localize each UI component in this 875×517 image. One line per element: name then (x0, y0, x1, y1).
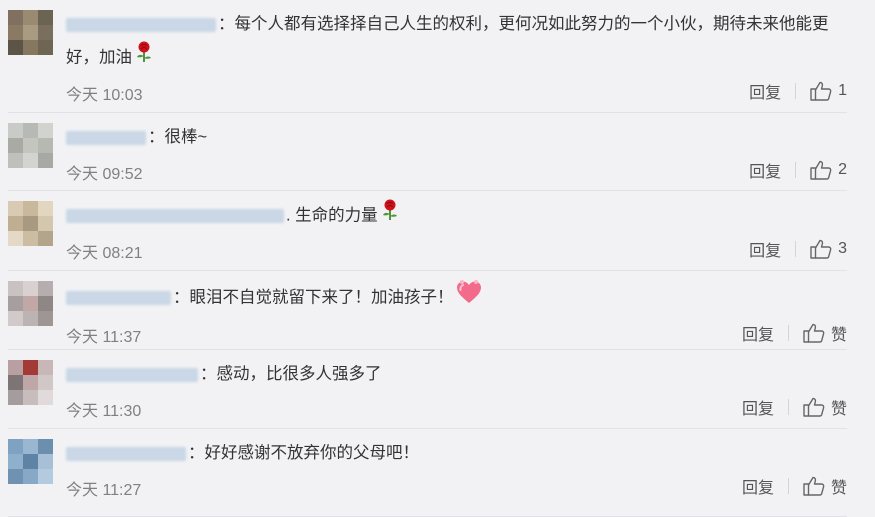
reply-button[interactable]: 回复 (742, 395, 774, 419)
divider (787, 399, 789, 415)
avatar[interactable] (8, 360, 53, 405)
heart-emoji (456, 279, 482, 317)
comment-actions: 回复 1 (749, 78, 847, 104)
avatar[interactable] (8, 10, 53, 55)
like-button[interactable]: 2 (810, 160, 847, 180)
comment-item: ：好好感谢不放弃你的父母吧！ 今天 11:27 回复 赞 (8, 429, 847, 517)
timestamp: 今天 11:30 (66, 403, 142, 420)
username-link[interactable] (66, 291, 171, 305)
divider (787, 325, 789, 341)
like-button[interactable]: 1 (810, 81, 847, 101)
timestamp: 今天 08:21 (66, 245, 143, 262)
reply-button[interactable]: 回复 (742, 321, 774, 345)
like-button[interactable]: 3 (810, 239, 847, 259)
reply-button[interactable]: 回复 (742, 474, 774, 498)
divider (795, 241, 797, 257)
comment-text: ：每个人都有选择择自己人生的权利，更何况如此努力的一个小伙，期待未来他能更好，加… (66, 8, 856, 75)
thumbs-up-icon (810, 239, 832, 259)
like-button[interactable]: 赞 (803, 321, 847, 345)
comment-actions: 回复 2 (749, 157, 847, 183)
comment-content: ：眼泪不自觉就留下来了！加油孩子！ (173, 288, 454, 307)
avatar[interactable] (8, 281, 53, 326)
like-button[interactable]: 赞 (803, 395, 847, 419)
username-link[interactable] (66, 17, 216, 32)
avatar[interactable] (8, 123, 53, 168)
timestamp: 今天 09:52 (66, 166, 143, 183)
comment-item: ：很棒~ 今天 09:52 回复 2 (8, 113, 847, 191)
comment-actions: 回复 赞 (742, 394, 847, 420)
comment-content: ：感动，比很多人强多了 (200, 365, 382, 383)
comment-meta: 今天 08:21 回复 3 (66, 233, 847, 266)
thumbs-up-icon (810, 81, 832, 101)
like-count: 赞 (830, 327, 847, 344)
comment-text: . 生命的力量 (66, 199, 847, 233)
username-link[interactable] (66, 130, 146, 145)
comment-content: ：很棒~ (148, 128, 208, 146)
username-link[interactable] (66, 446, 186, 461)
timestamp: 今天 11:37 (66, 329, 142, 346)
rose-emoji (134, 41, 154, 75)
like-count: 1 (838, 82, 847, 99)
thumbs-up-icon (803, 476, 825, 496)
username-link[interactable] (66, 209, 284, 223)
divider (795, 162, 797, 178)
comment-content: . 生命的力量 (286, 206, 378, 225)
comment-actions: 回复 赞 (742, 320, 847, 346)
rose-emoji (380, 199, 400, 233)
comment-actions: 回复 赞 (742, 473, 847, 499)
like-count: 3 (838, 240, 847, 257)
avatar[interactable] (8, 439, 53, 484)
comment-item: ：感动，比很多人强多了今天 11:30 回复 赞 (8, 350, 847, 429)
comment-text: ：眼泪不自觉就留下来了！加油孩子！ (66, 279, 847, 317)
timestamp: 今天 10:03 (66, 87, 143, 104)
comment-text: ：很棒~ (66, 121, 847, 154)
like-count: 赞 (830, 480, 847, 497)
thumbs-up-icon (803, 397, 825, 417)
comment-item: ：眼泪不自觉就留下来了！加油孩子！ 今天 11:37 回复 赞 (8, 271, 847, 350)
thumbs-up-icon (803, 323, 825, 343)
comment-meta: 今天 11:37 回复 赞 (66, 317, 847, 350)
comment-meta: 今天 11:27 回复 赞 (66, 470, 847, 503)
divider (787, 478, 789, 494)
divider (795, 83, 797, 99)
reply-button[interactable]: 回复 (749, 79, 781, 103)
reply-button[interactable]: 回复 (749, 237, 781, 261)
username-link[interactable] (66, 367, 198, 382)
reply-button[interactable]: 回复 (749, 158, 781, 182)
like-button[interactable]: 赞 (803, 474, 847, 498)
thumbs-up-icon (810, 160, 832, 180)
comment-item: . 生命的力量今天 08:21 回复 3 (8, 191, 847, 271)
like-count: 赞 (830, 401, 847, 418)
comment-item: ：每个人都有选择择自己人生的权利，更何况如此努力的一个小伙，期待未来他能更好，加… (8, 0, 847, 113)
comment-meta: 今天 10:03 回复 1 (66, 75, 847, 108)
comment-content: ：好好感谢不放弃你的父母吧！ (188, 444, 419, 462)
comment-meta: 今天 09:52 回复 2 (66, 154, 847, 187)
comment-actions: 回复 3 (749, 236, 847, 262)
avatar[interactable] (8, 201, 53, 246)
comment-text: ：好好感谢不放弃你的父母吧！ (66, 437, 847, 470)
comment-text: ：感动，比很多人强多了 (66, 358, 847, 391)
like-count: 2 (838, 161, 847, 178)
comment-meta: 今天 11:30 回复 赞 (66, 391, 847, 424)
timestamp: 今天 11:27 (66, 482, 142, 499)
